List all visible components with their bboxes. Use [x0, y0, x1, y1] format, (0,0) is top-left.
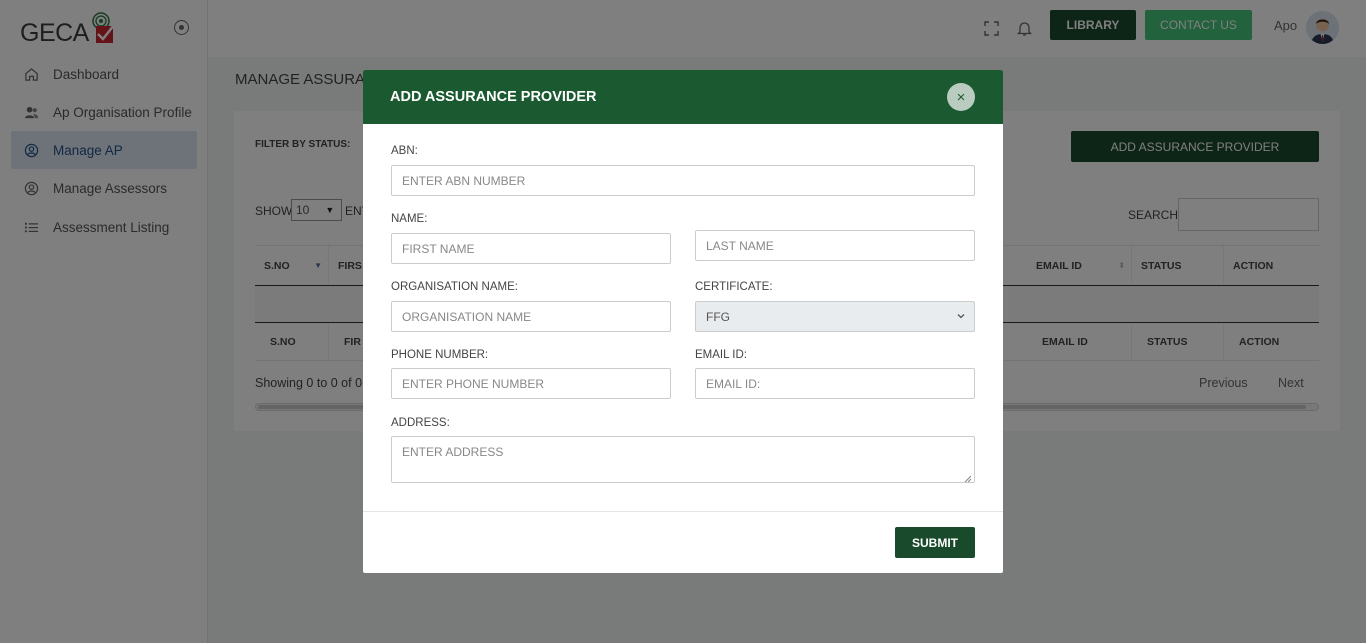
- organisation-name-placeholder: ORGANISATION NAME: [402, 309, 532, 324]
- name-label: NAME:: [391, 213, 428, 225]
- address-placeholder: ENTER ADDRESS: [402, 445, 504, 459]
- phone-number-input[interactable]: ENTER PHONE NUMBER: [391, 368, 671, 399]
- last-name-placeholder: LAST NAME: [706, 238, 774, 253]
- organisation-name-input[interactable]: ORGANISATION NAME: [391, 301, 671, 332]
- certificate-select[interactable]: FFG: [695, 301, 975, 332]
- resize-handle-icon[interactable]: [964, 472, 972, 483]
- email-id-input[interactable]: EMAIL ID:: [695, 368, 975, 399]
- abn-label: ABN:: [391, 145, 418, 157]
- phone-number-label: PHONE NUMBER:: [391, 349, 489, 361]
- first-name-placeholder: FIRST NAME: [402, 241, 475, 256]
- modal-footer-divider: [363, 511, 1003, 512]
- email-id-placeholder: EMAIL ID:: [706, 376, 761, 391]
- close-icon[interactable]: ×: [947, 83, 975, 111]
- last-name-input[interactable]: LAST NAME: [695, 230, 975, 261]
- abn-placeholder: ENTER ABN NUMBER: [402, 173, 526, 188]
- modal-header: ADD ASSURANCE PROVIDER ×: [363, 70, 1003, 124]
- phone-number-placeholder: ENTER PHONE NUMBER: [402, 376, 545, 391]
- address-label: ADDRESS:: [391, 417, 450, 429]
- certificate-value: FFG: [706, 309, 730, 324]
- modal-title: ADD ASSURANCE PROVIDER: [390, 89, 597, 105]
- organisation-name-label: ORGANISATION NAME:: [391, 281, 518, 293]
- add-assurance-provider-modal: ADD ASSURANCE PROVIDER × ABN: ENTER ABN …: [363, 70, 1003, 573]
- submit-button[interactable]: SUBMIT: [895, 527, 975, 558]
- chevron-down-icon: [956, 310, 966, 324]
- email-id-label: EMAIL ID:: [695, 349, 747, 361]
- abn-input[interactable]: ENTER ABN NUMBER: [391, 165, 975, 196]
- certificate-label: CERTIFICATE:: [695, 281, 773, 293]
- first-name-input[interactable]: FIRST NAME: [391, 233, 671, 264]
- address-textarea[interactable]: ENTER ADDRESS: [391, 436, 975, 483]
